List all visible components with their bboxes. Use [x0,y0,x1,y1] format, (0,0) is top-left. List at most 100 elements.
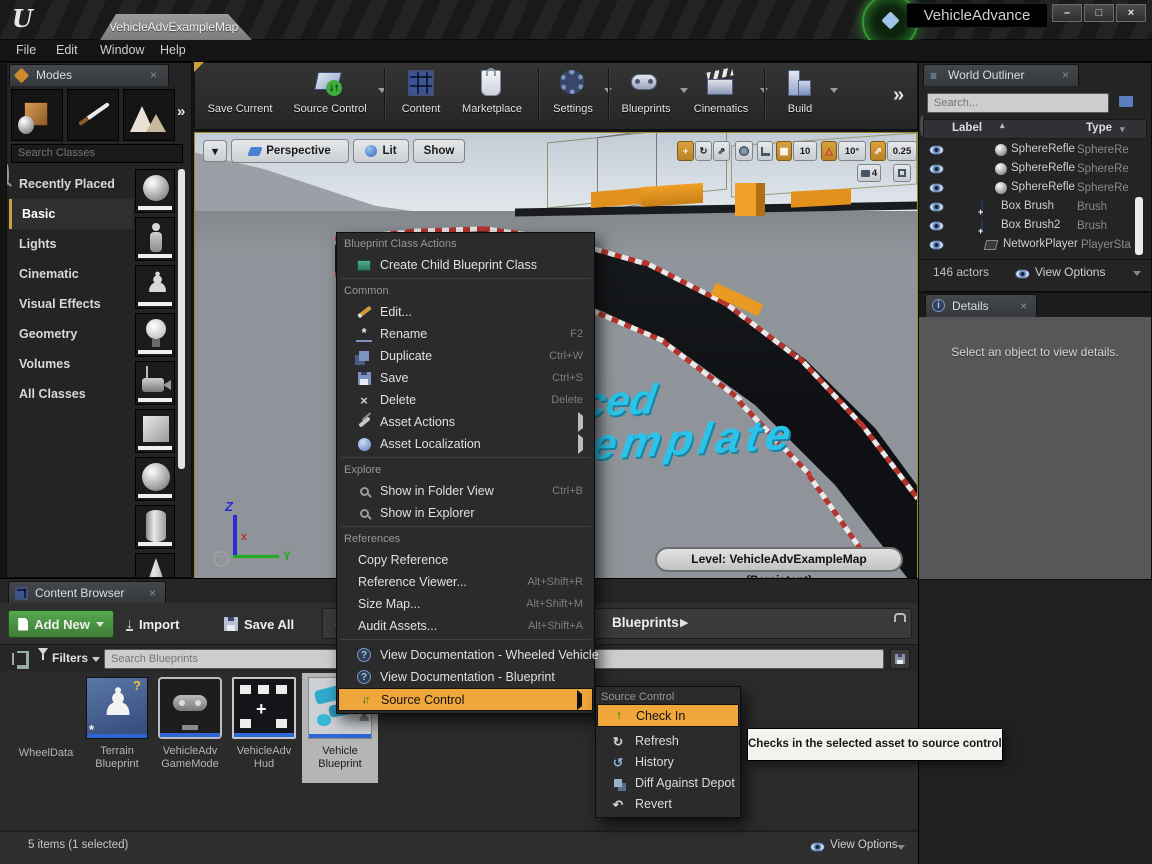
asset-thumb-cylinder[interactable] [135,505,175,549]
outliner-search-field[interactable] [927,93,1109,113]
asset-thumb-pawn[interactable]: ♟ [135,265,175,309]
submenu-item-check-in[interactable]: ↑ Check In [597,704,739,727]
category-lights[interactable]: Lights [9,229,133,259]
menu-item-view-doc-blueprint[interactable]: ? View Documentation - Blueprint [338,666,593,688]
close-icon[interactable]: × [149,586,156,600]
visibility-eye-icon[interactable] [929,240,944,250]
sources-panel-icon[interactable] [12,653,26,665]
outliner-row[interactable]: SphereRefle SphereRe [921,160,1147,179]
mode-landscape-tab[interactable] [123,89,175,141]
rotation-snap-value[interactable]: 10° [838,141,866,161]
category-geometry[interactable]: Geometry [9,319,133,349]
search-classes-input[interactable] [11,144,183,163]
filters-button[interactable]: Filters [52,651,88,665]
breadcrumb[interactable]: Blueprints [612,615,679,630]
menu-item-create-child-blueprint[interactable]: Create Child Blueprint Class [338,254,593,276]
mode-place-tab[interactable] [11,89,63,141]
menu-item-copy-reference[interactable]: Copy Reference [338,549,593,571]
menu-item-size-map[interactable]: Size Map... Alt+Shift+M [338,593,593,615]
menu-help[interactable]: Help [160,43,186,57]
visibility-eye-icon[interactable] [929,221,944,231]
source-control-button[interactable]: ↓↑ Source Control [284,66,376,126]
column-label[interactable]: Label [952,122,982,134]
menu-item-show-in-explorer[interactable]: Show in Explorer [338,502,593,524]
viewport-options-button[interactable]: ▾ [203,140,227,162]
outliner-row[interactable]: SphereRefle SphereRe [921,179,1147,198]
lit-mode-button[interactable]: Lit [353,139,409,163]
marketplace-button[interactable]: Marketplace [452,66,532,126]
add-new-button[interactable]: Add New [8,610,114,638]
import-button[interactable]: ↓ Import [126,610,179,638]
menu-item-delete[interactable]: × Delete Delete [338,389,593,411]
category-recently-placed[interactable]: Recently Placed [9,169,133,199]
asset-thumb-cone[interactable] [135,553,175,578]
rotate-tool-button[interactable]: ↻ [695,141,712,161]
close-icon[interactable]: × [1020,299,1027,313]
visibility-eye-icon[interactable] [929,164,944,174]
menu-item-asset-localization[interactable]: Asset Localization [338,433,593,455]
cb-view-options-button[interactable]: View Options [830,839,898,851]
scale-snap-value[interactable]: 0.25 [887,141,917,161]
menu-edit[interactable]: Edit [56,43,78,57]
menu-file[interactable]: File [16,43,36,57]
show-button[interactable]: Show [413,139,465,163]
help-icon[interactable]: ? [213,551,229,567]
content-browser-tab[interactable]: Content Browser × [8,581,166,603]
category-visual-effects[interactable]: Visual Effects [9,289,133,319]
chevron-down-icon[interactable] [830,88,838,93]
asset-thumb-character[interactable] [135,217,175,261]
cinematics-button[interactable]: Cinematics [684,66,758,126]
menu-window[interactable]: Window [100,43,144,57]
level-badge[interactable]: Level: VehicleAdvExampleMap (Persistent) [655,547,903,572]
world-space-button[interactable] [735,141,753,161]
menu-item-source-control[interactable]: ↓↑ Source Control [338,688,593,711]
modes-scrollbar[interactable] [178,169,185,469]
asset-terrain-blueprint[interactable]: ♟ ? * [86,677,148,739]
asset-thumb-point-light[interactable] [135,313,175,357]
menu-item-show-in-folder-view[interactable]: Show in Folder View Ctrl+B [338,480,593,502]
menu-item-save[interactable]: Save Ctrl+S [338,367,593,389]
asset-thumb-sphere2[interactable] [135,457,175,501]
category-basic[interactable]: Basic [9,199,133,229]
rotation-snap-button[interactable]: △ [821,141,837,161]
asset-vehicleadv-gamemode[interactable] [158,677,222,739]
close-button[interactable]: × [1116,4,1146,22]
outliner-scrollbar[interactable] [1135,197,1143,255]
surface-snap-button[interactable] [757,141,773,161]
category-all-classes[interactable]: All Classes [9,379,133,409]
outliner-row[interactable]: SphereRefle SphereRe [921,141,1147,160]
outliner-search-input[interactable] [927,93,1109,113]
menu-item-rename[interactable]: * Rename F2 [338,323,593,345]
perspective-button[interactable]: Perspective [231,139,349,163]
asset-thumb-sphere[interactable] [135,169,175,213]
move-tool-button[interactable]: + [677,141,694,161]
submenu-item-diff-against-depot[interactable]: Diff Against Depot [597,773,739,794]
submenu-item-revert[interactable]: ↶ Revert [597,794,739,815]
asset-wheeldata-folder[interactable] [16,681,76,733]
visibility-eye-icon[interactable] [929,183,944,193]
content-button[interactable]: Content [392,66,450,126]
menu-item-audit-assets[interactable]: Audit Assets... Alt+Shift+A [338,615,593,637]
visibility-eye-icon[interactable] [929,145,944,155]
minimize-button[interactable]: – [1052,4,1082,22]
outliner-row[interactable]: Box Brush2 Brush [921,217,1147,236]
submenu-item-history[interactable]: ↺ History [597,752,739,773]
menu-item-view-doc-wheeled-vehicle[interactable]: ? View Documentation - Wheeled Vehicle [338,644,593,666]
menu-item-asset-actions[interactable]: Asset Actions [338,411,593,433]
category-volumes[interactable]: Volumes [9,349,133,379]
grid-snap-button[interactable]: ▦ [776,141,792,161]
menu-item-duplicate[interactable]: Duplicate Ctrl+W [338,345,593,367]
details-tab[interactable]: i Details × [925,294,1037,317]
menu-item-reference-viewer[interactable]: Reference Viewer... Alt+Shift+R [338,571,593,593]
asset-thumb-cube[interactable] [135,409,175,453]
asset-vehicleadv-hud[interactable]: + [232,677,296,739]
outliner-row[interactable]: NetworkPlayer PlayerSta [921,236,1147,255]
close-icon[interactable]: × [150,68,157,82]
mode-paint-tab[interactable] [67,89,119,141]
save-search-button[interactable] [890,649,910,669]
modes-expand-button[interactable]: » [177,103,185,120]
build-button[interactable]: Build [772,66,828,126]
maximize-viewport-button[interactable] [893,164,911,182]
maximize-button[interactable]: □ [1084,4,1114,22]
create-folder-button[interactable] [1115,94,1139,112]
